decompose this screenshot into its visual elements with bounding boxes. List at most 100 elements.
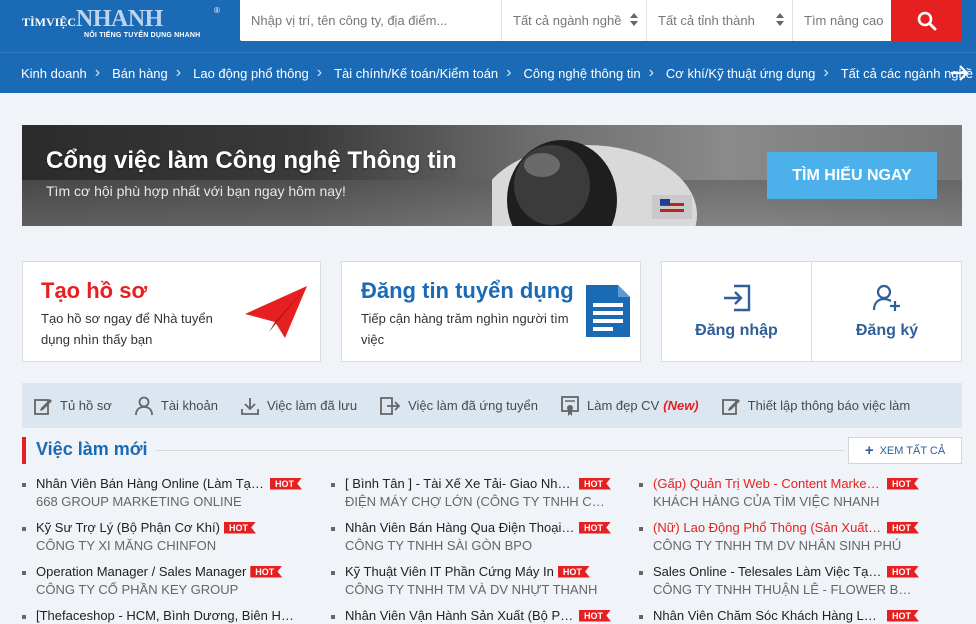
bullet [331, 527, 335, 531]
toolbar-label: Tài khoản [160, 398, 218, 413]
see-all-button[interactable]: + XEM TẤT CẢ [848, 437, 962, 464]
category-lao-dong-pho-thong[interactable]: Lao động phổ thông [193, 66, 309, 81]
create-profile-description: Tạo hồ sơ ngay để Nhà tuyển dụng nhìn th… [41, 311, 213, 347]
bullet [639, 615, 643, 619]
job-company[interactable]: CÔNG TY XI MĂNG CHINFON [36, 538, 216, 553]
edit-icon [721, 398, 740, 415]
sort-arrows-icon [776, 13, 784, 27]
job-company[interactable]: CÔNG TY TNHH TM VÀ DV NHỰT THANH [345, 582, 597, 597]
job-title[interactable]: Nhân Viên Vận Hành Sản Xuất (Bộ Phận Kho… [345, 608, 575, 623]
logo-tagline: NỔI TIẾNG TUYỂN DỤNG NHANH [84, 32, 201, 39]
keyword-search-input[interactable]: Nhập vị trí, tên công ty, địa điểm... [240, 0, 502, 41]
site-logo[interactable]: TÌMVIỆCNHANH ® NỔI TIẾNG TUYỂN DỤNG NHAN… [14, 6, 224, 42]
job-title[interactable]: [Thefaceshop - HCM, Bình Dương, Biên Hòa… [36, 608, 298, 623]
arrow-right-icon[interactable] [950, 65, 970, 81]
job-title[interactable]: Sales Online - Telesales Làm Việc Tại Nh… [653, 564, 883, 579]
chevron-right-icon: › [506, 64, 512, 81]
bullet [22, 571, 26, 575]
bullet [331, 615, 335, 619]
search-button[interactable] [891, 0, 962, 41]
job-item[interactable]: [ Bình Tân ] - Tài Xế Xe Tải- Giao Nhận … [331, 474, 631, 514]
job-title[interactable]: Nhân Viên Chăm Sóc Khách Hàng Làm Việc [653, 608, 883, 623]
job-item[interactable]: Operation Manager / Sales Manager HOT CÔ… [22, 562, 322, 602]
bullet [22, 527, 26, 531]
job-title[interactable]: Kỹ Sư Trợ Lý (Bộ Phận Cơ Khí) [36, 520, 220, 535]
register-button[interactable]: Đăng ký [812, 262, 962, 361]
search-icon [917, 11, 936, 30]
toolbar-applied-jobs[interactable]: Việc làm đã ứng tuyển [379, 396, 538, 416]
hot-badge: HOT [579, 477, 611, 490]
hot-badge: HOT [887, 609, 919, 622]
category-co-khi[interactable]: Cơ khí/Kỹ thuật ứng dụng [666, 66, 815, 81]
user-icon [134, 396, 153, 415]
section-divider [156, 450, 844, 451]
post-job-title: Đăng tin tuyển dụng [361, 278, 574, 303]
job-company[interactable]: ĐIỆN MÁY CHỢ LỚN (CÔNG TY TNHH CAO PHONG… [345, 494, 605, 509]
astronaut-image [492, 140, 697, 226]
new-jobs-header: Việc làm mới + XEM TẤT CẢ [22, 437, 962, 465]
category-cong-nghe-thong-tin[interactable]: Công nghệ thông tin [523, 66, 640, 81]
job-item[interactable]: (Gấp) Quản Trị Web - Content Marketing H… [639, 474, 939, 514]
job-item[interactable]: Nhân Viên Vận Hành Sản Xuất (Bộ Phận Kho… [331, 606, 631, 624]
bullet [331, 571, 335, 575]
category-ban-hang[interactable]: Bán hàng [112, 66, 168, 81]
job-title[interactable]: [ Bình Tân ] - Tài Xế Xe Tải- Giao Nhận … [345, 476, 575, 491]
job-title[interactable]: (Nữ) Lao Động Phổ Thông (Sản Xuất Bao Bì… [653, 520, 883, 535]
hot-badge: HOT [887, 477, 919, 490]
job-title[interactable]: Nhân Viên Bán Hàng Qua Điện Thoại (Teles… [345, 520, 575, 535]
search-bar: Nhập vị trí, tên công ty, địa điểm... Tấ… [240, 0, 962, 41]
job-company[interactable]: 668 GROUP MARKETING ONLINE [36, 494, 242, 509]
job-item[interactable]: Nhân Viên Chăm Sóc Khách Hàng Làm Việc H… [639, 606, 939, 624]
section-accent-bar [22, 437, 26, 464]
toolbar-label: Việc làm đã ứng tuyển [408, 398, 538, 413]
bullet [639, 571, 643, 575]
post-job-card[interactable]: Đăng tin tuyển dụng Tiếp cận hàng trăm n… [341, 261, 641, 362]
bullet [22, 615, 26, 619]
job-item[interactable]: Sales Online - Telesales Làm Việc Tại Nh… [639, 562, 939, 602]
hot-badge: HOT [887, 521, 919, 534]
industry-select[interactable]: Tất cả ngành nghề [502, 0, 647, 41]
login-button[interactable]: Đăng nhập [662, 262, 812, 361]
category-tai-chinh[interactable]: Tài chính/Kế toán/Kiểm toán [334, 66, 498, 81]
chevron-right-icon: › [94, 64, 101, 81]
job-company[interactable]: CÔNG TY TNHH TM DV NHÂN SINH PHÚ [653, 538, 901, 553]
job-item[interactable]: Kỹ Thuật Viên IT Phần Cứng Máy In HOT CÔ… [331, 562, 631, 602]
plus-icon: + [864, 442, 874, 459]
register-label: Đăng ký [855, 322, 919, 339]
job-company[interactable]: KHÁCH HÀNG CỦA TÌM VIỆC NHANH [653, 494, 880, 509]
toolbar-beautify-cv[interactable]: Làm đẹp CV (New) [560, 395, 699, 417]
job-company[interactable]: CÔNG TY CỔ PHẦN KEY GROUP [36, 582, 238, 597]
hot-badge: HOT [557, 565, 590, 578]
chevron-right-icon: › [648, 64, 654, 81]
industry-select-value: Tất cả ngành nghề [513, 13, 622, 28]
banner-title: Cổng việc làm Công nghệ Thông tin [46, 147, 457, 174]
toolbar-saved-jobs[interactable]: Việc làm đã lưu [240, 396, 357, 416]
toolbar-label: Thiết lập thông báo việc làm [747, 398, 911, 413]
chevron-right-icon: › [316, 64, 323, 81]
job-title[interactable]: Operation Manager / Sales Manager [36, 564, 246, 579]
job-title[interactable]: Kỹ Thuật Viên IT Phần Cứng Máy In [345, 564, 554, 579]
job-item[interactable]: [Thefaceshop - HCM, Bình Dương, Biên Hòa… [22, 606, 322, 624]
job-title[interactable]: Nhân Viên Bán Hàng Online (Làm Tại Nhà) [36, 476, 266, 491]
paper-plane-icon [245, 286, 307, 338]
document-icon [586, 285, 630, 337]
toolbar-profile-cabinet[interactable]: Tủ hồ sơ [33, 396, 112, 416]
hot-badge: HOT [270, 477, 302, 490]
job-title[interactable]: (Gấp) Quản Trị Web - Content Marketing [653, 476, 883, 491]
job-company[interactable]: CÔNG TY TNHH SÀI GÒN BPO [345, 538, 532, 553]
learn-more-button[interactable]: TÌM HIỂU NGAY [767, 152, 937, 199]
job-item[interactable]: (Nữ) Lao Động Phổ Thông (Sản Xuất Bao Bì… [639, 518, 939, 558]
bullet [639, 527, 643, 531]
job-item[interactable]: Kỹ Sư Trợ Lý (Bộ Phận Cơ Khí) HOT CÔNG T… [22, 518, 322, 558]
add-user-icon [872, 284, 900, 311]
job-company[interactable]: CÔNG TY TNHH THUẬN LÊ - FLOWER BOX [653, 582, 913, 597]
bullet [639, 483, 643, 487]
toolbar-account[interactable]: Tài khoản [134, 396, 218, 416]
toolbar-job-alerts[interactable]: Thiết lập thông báo việc làm [721, 396, 911, 416]
create-profile-card[interactable]: Tạo hồ sơ Tạo hồ sơ ngay để Nhà tuyển dụ… [22, 261, 321, 362]
advanced-search-link[interactable]: Tìm nâng cao [793, 0, 891, 41]
category-kinh-doanh[interactable]: Kinh doanh [21, 66, 87, 81]
job-item[interactable]: Nhân Viên Bán Hàng Online (Làm Tại Nhà) … [22, 474, 322, 514]
location-select[interactable]: Tất cả tỉnh thành [647, 0, 793, 41]
job-item[interactable]: Nhân Viên Bán Hàng Qua Điện Thoại (Teles… [331, 518, 631, 558]
